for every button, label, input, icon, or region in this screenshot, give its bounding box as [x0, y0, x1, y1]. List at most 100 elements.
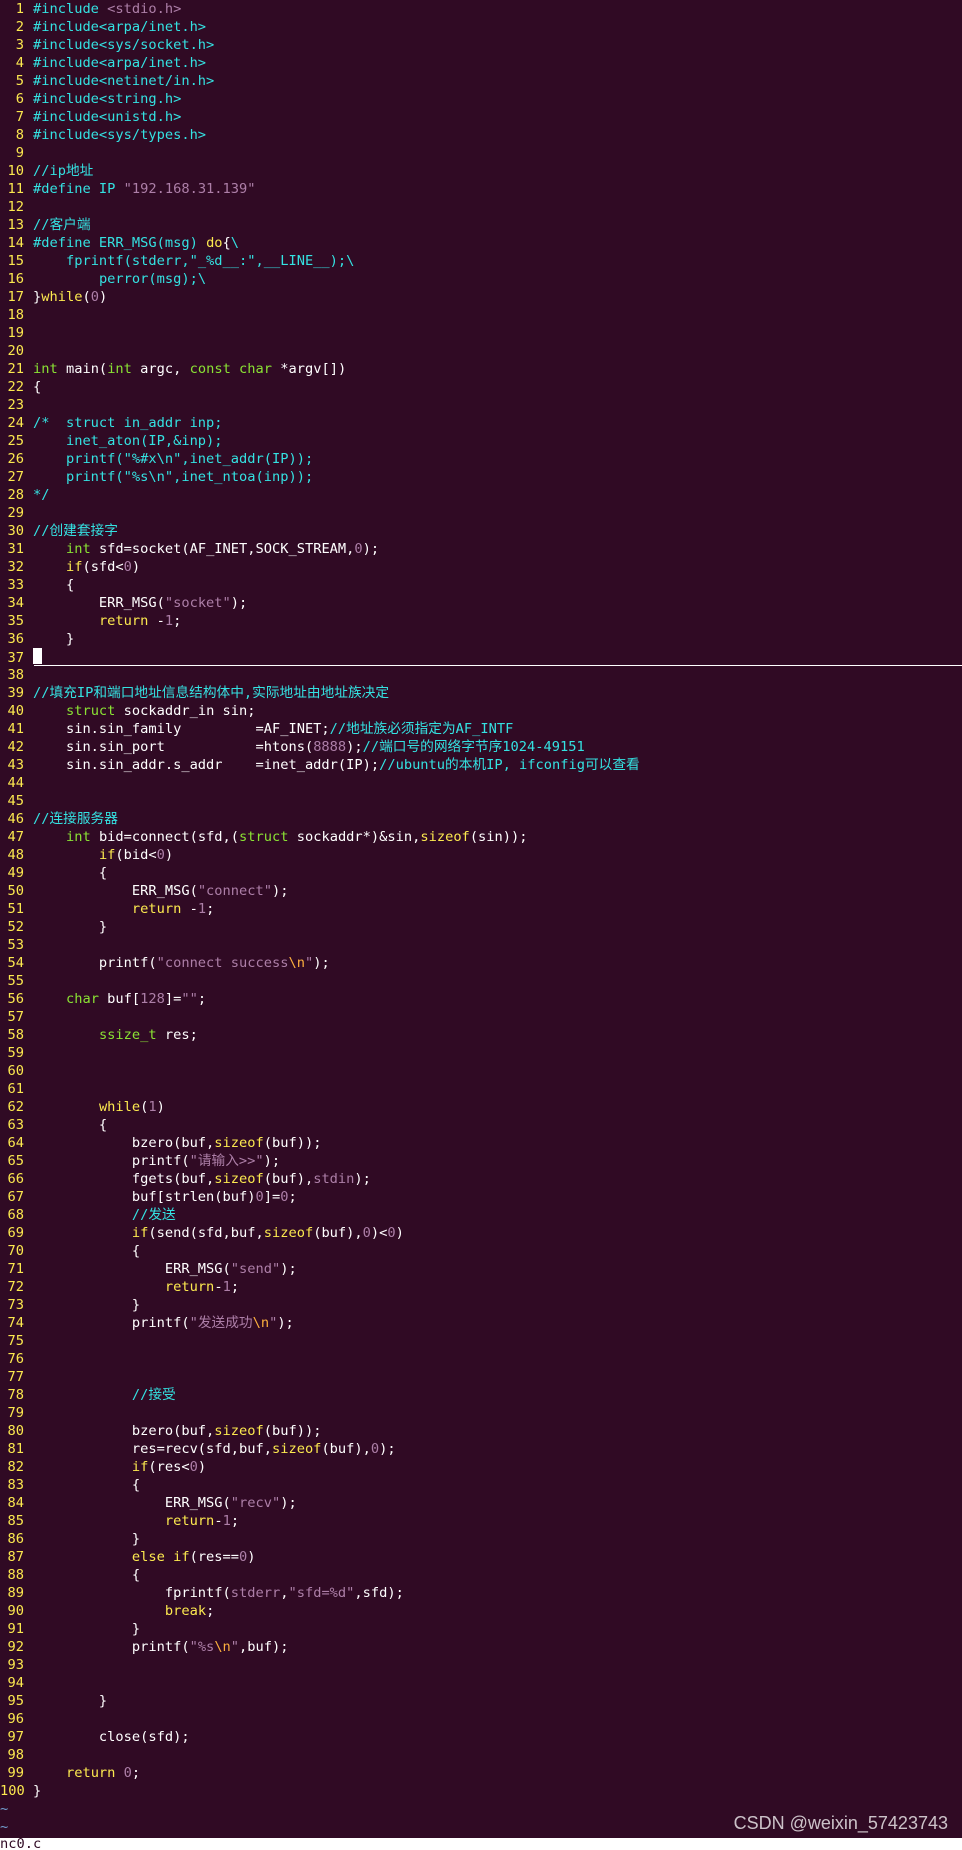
code-line[interactable]: 57	[0, 1008, 962, 1026]
code-line[interactable]: 3 #include<sys/socket.h>	[0, 36, 962, 54]
code-line[interactable]: 55	[0, 972, 962, 990]
code-line[interactable]: 68 //发送	[0, 1206, 962, 1224]
code-line[interactable]: 95 }	[0, 1692, 962, 1710]
code-line[interactable]: 62 while(1)	[0, 1098, 962, 1116]
code-line[interactable]: 27 printf("%s\n",inet_ntoa(inp));	[0, 468, 962, 486]
code-line[interactable]: 39 //填充IP和端口地址信息结构体中,实际地址由地址族决定	[0, 684, 962, 702]
code-line[interactable]: 97 close(sfd);	[0, 1728, 962, 1746]
code-line[interactable]: 77	[0, 1368, 962, 1386]
code-line[interactable]: 56 char buf[128]="";	[0, 990, 962, 1008]
code-line[interactable]: 28 */	[0, 486, 962, 504]
code-line[interactable]: 5 #include<netinet/in.h>	[0, 72, 962, 90]
code-line[interactable]: 50 ERR_MSG("connect");	[0, 882, 962, 900]
code-line[interactable]: 67 buf[strlen(buf)0]=0;	[0, 1188, 962, 1206]
code-line[interactable]: 84 ERR_MSG("recv");	[0, 1494, 962, 1512]
code-line[interactable]: 89 fprintf(stderr,"sfd=%d",sfd);	[0, 1584, 962, 1602]
code-line[interactable]: 64 bzero(buf,sizeof(buf));	[0, 1134, 962, 1152]
code-line[interactable]: 43 sin.sin_addr.s_addr =inet_addr(IP);//…	[0, 756, 962, 774]
code-line[interactable]: 96	[0, 1710, 962, 1728]
code-line[interactable]: 1 #include <stdio.h>	[0, 0, 962, 18]
code-line[interactable]: 40 struct sockaddr_in sin;	[0, 702, 962, 720]
code-editor[interactable]: 1 #include <stdio.h> 2 #include<arpa/inet.h…	[0, 0, 962, 1800]
code-line[interactable]: 61	[0, 1080, 962, 1098]
code-line[interactable]: 7 #include<unistd.h>	[0, 108, 962, 126]
code-line[interactable]: 78 //接受	[0, 1386, 962, 1404]
code-line[interactable]: 24 /* struct in_addr inp;	[0, 414, 962, 432]
code-line[interactable]: 2 #include<arpa/inet.h>	[0, 18, 962, 36]
code-line[interactable]: 15 fprintf(stderr,"_%d__:",__LINE__);\	[0, 252, 962, 270]
code-line[interactable]: 14 #define ERR_MSG(msg) do{\	[0, 234, 962, 252]
code-line[interactable]: 6 #include<string.h>	[0, 90, 962, 108]
code-line[interactable]: 59	[0, 1044, 962, 1062]
code-line[interactable]: 23	[0, 396, 962, 414]
code-line[interactable]: 58 ssize_t res;	[0, 1026, 962, 1044]
code-line[interactable]: 20	[0, 342, 962, 360]
code-line[interactable]: 75	[0, 1332, 962, 1350]
code-line[interactable]: 69 if(send(sfd,buf,sizeof(buf),0)<0)	[0, 1224, 962, 1242]
code-line[interactable]: 9	[0, 144, 962, 162]
code-line[interactable]: 41 sin.sin_family =AF_INET;//地址族必须指定为AF_…	[0, 720, 962, 738]
code-line[interactable]: 44	[0, 774, 962, 792]
code-line[interactable]: 76	[0, 1350, 962, 1368]
code-line[interactable]: 60	[0, 1062, 962, 1080]
code-line[interactable]: 70 {	[0, 1242, 962, 1260]
code-line[interactable]: 8 #include<sys/types.h>	[0, 126, 962, 144]
code-line[interactable]: 71 ERR_MSG("send");	[0, 1260, 962, 1278]
code-line[interactable]: 49 {	[0, 864, 962, 882]
code-line[interactable]: 19	[0, 324, 962, 342]
code-line[interactable]: 4 #include<arpa/inet.h>	[0, 54, 962, 72]
code-line[interactable]: 11 #define IP "192.168.31.139"	[0, 180, 962, 198]
code-line[interactable]: 34 ERR_MSG("socket");	[0, 594, 962, 612]
code-line[interactable]: 88 {	[0, 1566, 962, 1584]
code-line[interactable]: 90 break;	[0, 1602, 962, 1620]
code-line[interactable]: 25 inet_aton(IP,&inp);	[0, 432, 962, 450]
code-line[interactable]: 83 {	[0, 1476, 962, 1494]
code-line[interactable]: 26 printf("%#x\n",inet_addr(IP));	[0, 450, 962, 468]
code-line[interactable]: 46 //连接服务器	[0, 810, 962, 828]
code-line[interactable]: 17}while(0)	[0, 288, 962, 306]
code-line[interactable]: 54 printf("connect success\n");	[0, 954, 962, 972]
code-line[interactable]: 16 perror(msg);\	[0, 270, 962, 288]
code-line[interactable]: 53	[0, 936, 962, 954]
code-line[interactable]: 52 }	[0, 918, 962, 936]
code-line[interactable]: 79	[0, 1404, 962, 1422]
code-line[interactable]: 21 int main(int argc, const char *argv[])	[0, 360, 962, 378]
code-line[interactable]: 80 bzero(buf,sizeof(buf));	[0, 1422, 962, 1440]
code-line[interactable]: 18	[0, 306, 962, 324]
code-line[interactable]: 85 return-1;	[0, 1512, 962, 1530]
code-line[interactable]: 63 {	[0, 1116, 962, 1134]
code-line[interactable]: 94	[0, 1674, 962, 1692]
code-line[interactable]: 22 {	[0, 378, 962, 396]
code-line[interactable]: 73 }	[0, 1296, 962, 1314]
code-line[interactable]: 45	[0, 792, 962, 810]
code-line[interactable]: 47 int bid=connect(sfd,(struct sockaddr*…	[0, 828, 962, 846]
code-line[interactable]: 66 fgets(buf,sizeof(buf),stdin);	[0, 1170, 962, 1188]
code-line[interactable]: 37	[0, 648, 962, 666]
code-line[interactable]: 92 printf("%s\n",buf);	[0, 1638, 962, 1656]
code-line[interactable]: 35 return -1;	[0, 612, 962, 630]
code-line[interactable]: 36 }	[0, 630, 962, 648]
code-line[interactable]: 81 res=recv(sfd,buf,sizeof(buf),0);	[0, 1440, 962, 1458]
code-line[interactable]: 38	[0, 666, 962, 684]
code-line[interactable]: 99 return 0;	[0, 1764, 962, 1782]
code-line[interactable]: 13 //客户端	[0, 216, 962, 234]
code-line[interactable]: 30 //创建套接字	[0, 522, 962, 540]
code-line[interactable]: 98	[0, 1746, 962, 1764]
code-line[interactable]: 100}	[0, 1782, 962, 1800]
code-line[interactable]: 74 printf("发送成功\n");	[0, 1314, 962, 1332]
code-line[interactable]: 93	[0, 1656, 962, 1674]
code-line[interactable]: 51 return -1;	[0, 900, 962, 918]
code-line[interactable]: 82 if(res<0)	[0, 1458, 962, 1476]
code-line[interactable]: 12	[0, 198, 962, 216]
code-line[interactable]: 32 if(sfd<0)	[0, 558, 962, 576]
code-line[interactable]: 72 return-1;	[0, 1278, 962, 1296]
code-line[interactable]: 42 sin.sin_port =htons(8888);//端口号的网络字节序…	[0, 738, 962, 756]
code-line[interactable]: 65 printf("请输入>>");	[0, 1152, 962, 1170]
code-line[interactable]: 48 if(bid<0)	[0, 846, 962, 864]
code-line[interactable]: 31 int sfd=socket(AF_INET,SOCK_STREAM,0)…	[0, 540, 962, 558]
code-line[interactable]: 86 }	[0, 1530, 962, 1548]
code-line[interactable]: 29	[0, 504, 962, 522]
code-line[interactable]: 87 else if(res==0)	[0, 1548, 962, 1566]
code-line[interactable]: 10 //ip地址	[0, 162, 962, 180]
code-line[interactable]: 33 {	[0, 576, 962, 594]
